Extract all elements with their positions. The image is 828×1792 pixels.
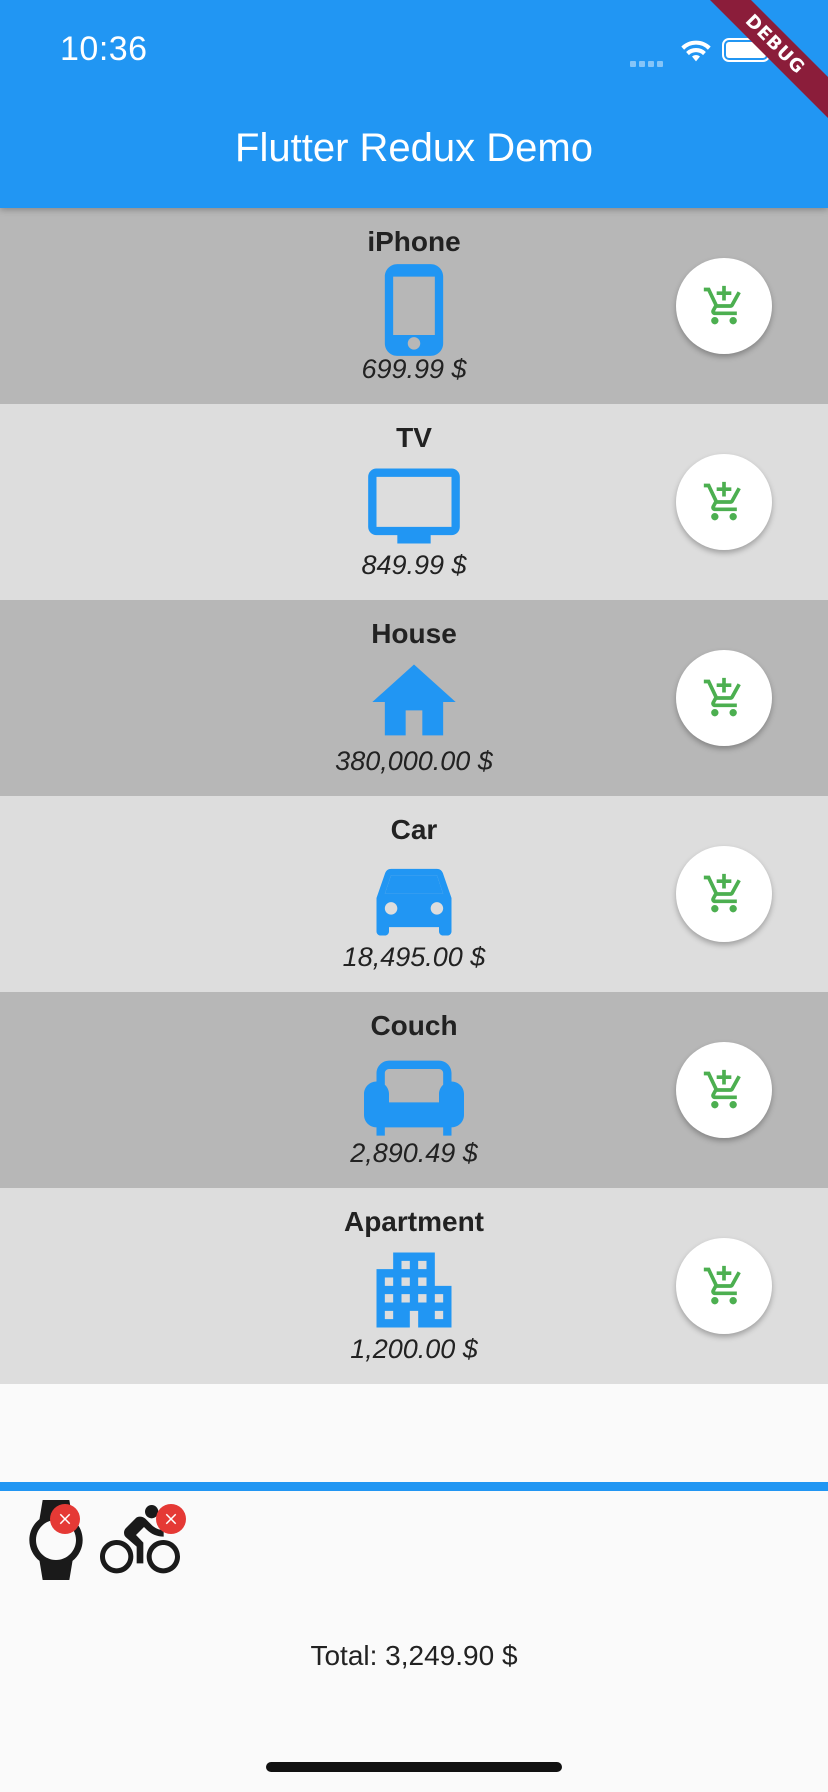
add-to-cart-button[interactable] [676,1238,772,1334]
product-name: TV [396,422,432,453]
product-row-iphone: iPhone 699.99 $ [0,208,828,404]
product-row-tv: TV 849.99 $ [0,404,828,600]
add-shopping-cart-icon [703,1265,741,1305]
product-price: 18,495.00 $ [342,942,486,972]
product-price: 2,890.49 $ [350,1138,478,1168]
cellular-signal-icon [630,54,666,72]
add-shopping-cart-icon [703,873,741,913]
remove-from-cart-button[interactable] [156,1504,186,1534]
product-row-apartment: Apartment 1,200.00 $ [0,1188,828,1384]
add-to-cart-button[interactable] [676,846,772,942]
add-shopping-cart-icon [703,285,741,325]
add-to-cart-button[interactable] [676,1042,772,1138]
add-shopping-cart-icon [703,677,741,717]
product-name: Couch [370,1010,458,1041]
product-name: House [371,618,457,649]
add-shopping-cart-icon [703,481,741,521]
add-to-cart-button[interactable] [676,258,772,354]
apartment-icon [364,1240,464,1340]
debug-banner: DEBUG [698,0,828,130]
add-to-cart-button[interactable] [676,454,772,550]
home-indicator[interactable] [266,1762,562,1772]
product-name: Car [390,814,438,845]
cart-item-watch [16,1500,96,1580]
house-icon [364,652,464,752]
product-price: 1,200.00 $ [350,1334,478,1364]
cart-item-bike [100,1500,186,1580]
status-time: 10:36 [60,30,148,68]
product-price: 380,000.00 $ [335,746,493,776]
product-row-car: Car 18,495.00 $ [0,796,828,992]
debug-banner-label: DEBUG [698,0,828,122]
product-name: iPhone [367,226,461,257]
product-row-house: House 380,000.00 $ [0,600,828,796]
remove-from-cart-button[interactable] [50,1504,80,1534]
cart-total: Total: 3,249.90 $ [310,1640,518,1671]
couch-icon [364,1044,464,1144]
add-shopping-cart-icon [703,1069,741,1109]
close-icon [59,1513,71,1525]
add-to-cart-button[interactable] [676,650,772,746]
product-price: 849.99 $ [361,550,467,580]
product-price: 699.99 $ [361,354,467,384]
close-icon [165,1513,177,1525]
cart-divider [0,1482,828,1491]
tv-icon [364,456,464,556]
phone-icon [364,260,464,360]
page-title: Flutter Redux Demo [235,126,593,170]
product-name: Apartment [343,1206,484,1237]
product-list: iPhone 699.99 $ TV 849.99 $ House 380,00… [0,208,828,1384]
car-icon [364,848,464,948]
product-row-couch: Couch 2,890.49 $ [0,992,828,1188]
